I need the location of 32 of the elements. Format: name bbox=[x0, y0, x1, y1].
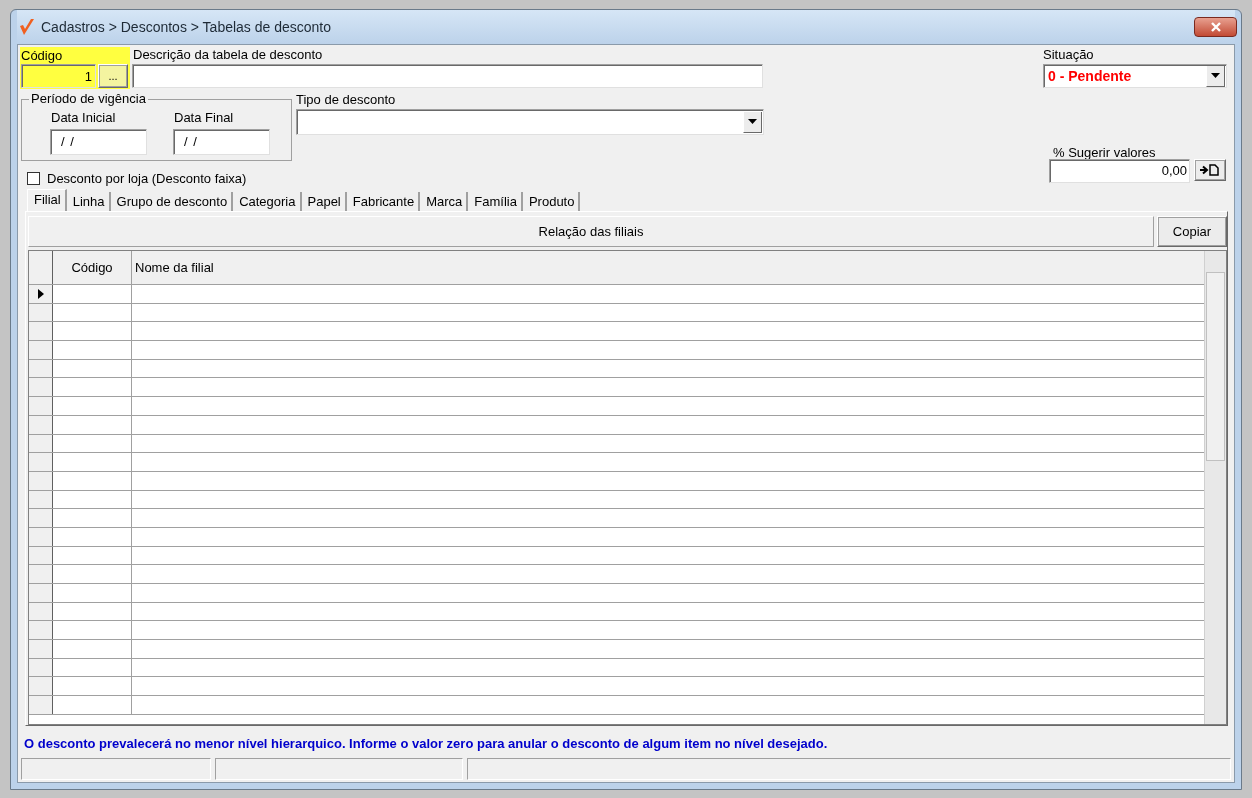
field-label: Data Final bbox=[174, 110, 235, 125]
percent-field[interactable]: 0,00 bbox=[1049, 159, 1190, 183]
arrow-to-page-icon bbox=[1200, 164, 1220, 176]
group-title: Período de vigência bbox=[29, 91, 148, 107]
check-mark-icon bbox=[19, 18, 35, 36]
row-pointer-icon bbox=[37, 288, 44, 299]
status-dropdown[interactable]: 0 - Pendente bbox=[1043, 64, 1227, 88]
field-label: Descrição da tabela de desconto bbox=[132, 47, 324, 62]
checkbox[interactable] bbox=[27, 172, 40, 185]
discount-type-dropdown[interactable] bbox=[296, 109, 764, 135]
row-indicator[interactable] bbox=[29, 285, 53, 303]
field-label: Código bbox=[21, 48, 64, 63]
date-field[interactable]: / / bbox=[50, 129, 147, 155]
checkbox-label: Desconto por loja (Desconto faixa) bbox=[47, 171, 247, 186]
code-field[interactable]: 1 bbox=[21, 64, 96, 88]
copy-button[interactable]: Copiar bbox=[1157, 216, 1227, 247]
field-label: % Sugerir valores bbox=[1053, 146, 1157, 159]
window-title: Cadastros > Descontos > Tabelas de desconto bbox=[41, 19, 332, 35]
field-label: Situação bbox=[1043, 47, 1095, 62]
date-field[interactable]: / / bbox=[173, 129, 270, 155]
close-button[interactable] bbox=[1194, 17, 1237, 37]
apply-button[interactable] bbox=[1194, 159, 1226, 181]
description-field[interactable] bbox=[132, 64, 763, 88]
scrollbar-thumb[interactable] bbox=[1206, 272, 1225, 461]
field-label: Tipo de desconto bbox=[296, 92, 397, 107]
hint-message: O desconto prevalecerá no menor nível hierarquico. Informe o valor zero para anular o desconto de algum item no nível desejado. bbox=[23, 735, 829, 753]
scrollbar[interactable] bbox=[1204, 251, 1226, 724]
lookup-button[interactable]: ... bbox=[98, 64, 128, 88]
panel-header: Relação das filiais bbox=[28, 216, 1154, 247]
tab[interactable]: Filial bbox=[27, 189, 67, 211]
field-label: Data Inicial bbox=[51, 110, 117, 125]
close-icon bbox=[1209, 22, 1222, 32]
